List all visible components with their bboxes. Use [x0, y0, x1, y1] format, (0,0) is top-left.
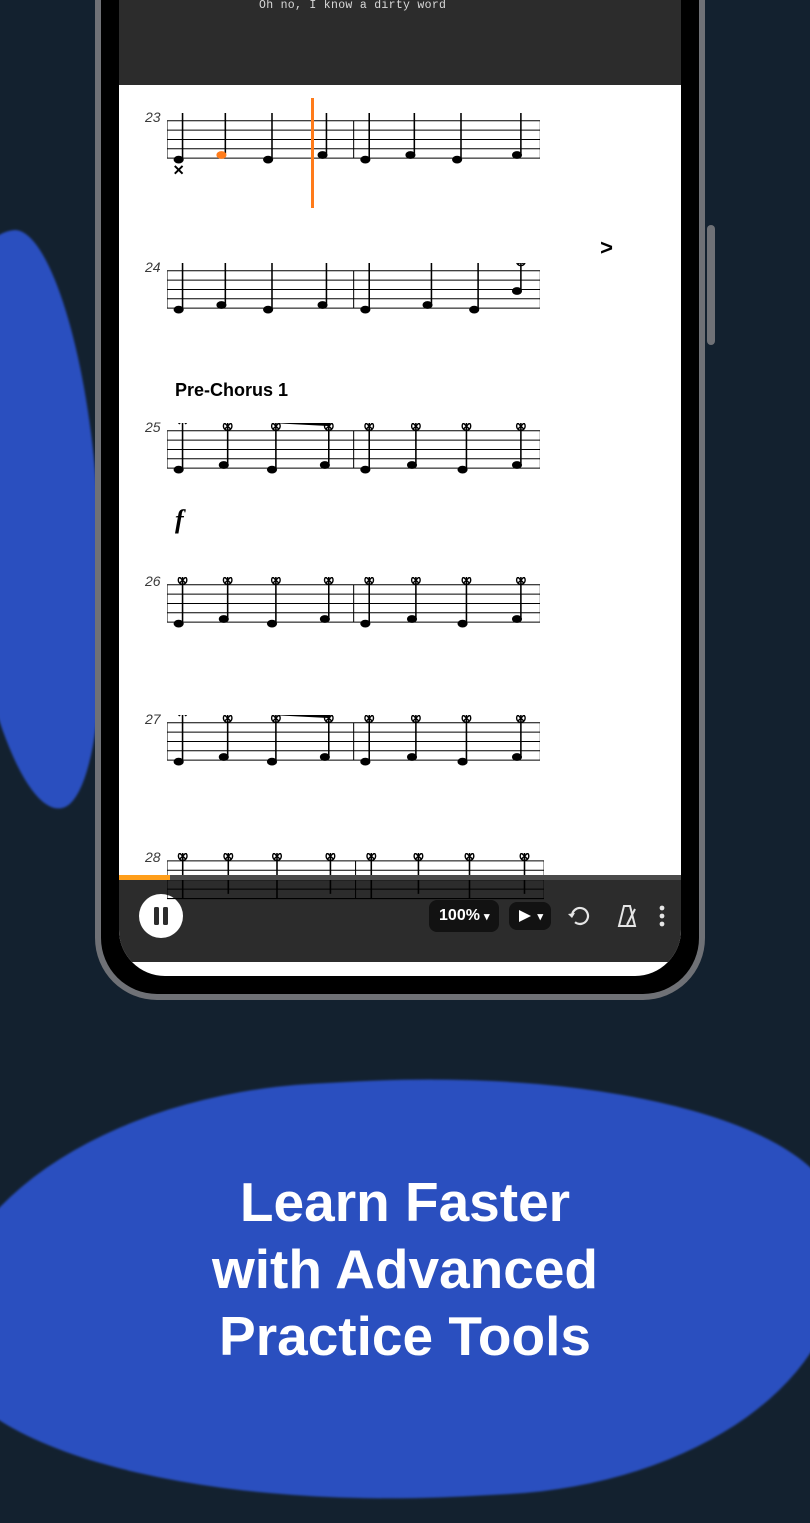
- staff-23: [167, 113, 540, 183]
- playhead[interactable]: [311, 98, 314, 208]
- section-label: Pre-Chorus 1: [175, 380, 288, 401]
- more-button[interactable]: [655, 905, 667, 927]
- measure-26: 26: [145, 559, 655, 659]
- measure-27: 27: [145, 697, 655, 797]
- promo-headline: Learn Faster with Advanced Practice Tool…: [0, 1169, 810, 1370]
- progress-track[interactable]: [119, 875, 681, 880]
- staff-24: [167, 263, 540, 333]
- phone-mockup: It's fun to lose and to pretend She's ov…: [95, 0, 705, 1000]
- measure-23: 23: [145, 95, 655, 195]
- measure-25: Pre-Chorus 1 25 f: [145, 405, 655, 505]
- measure-number: 24: [145, 259, 161, 275]
- measure-number: 28: [145, 849, 161, 865]
- phone-frame: It's fun to lose and to pretend She's ov…: [95, 0, 705, 1000]
- accent-mark: >: [600, 235, 613, 261]
- progress-fill: [119, 875, 170, 880]
- staff-26: [167, 577, 540, 647]
- measure-number: 26: [145, 573, 161, 589]
- measure-number: 25: [145, 419, 161, 435]
- sheet-music[interactable]: 23: [119, 85, 681, 875]
- staff-25: [167, 423, 540, 493]
- measure-24: 24 >: [145, 245, 655, 345]
- headline-line: Practice Tools: [0, 1303, 810, 1370]
- headline-line: Learn Faster: [0, 1169, 810, 1236]
- dynamic-marking: f: [175, 505, 184, 535]
- more-vert-icon: [659, 905, 665, 927]
- lyrics-panel: It's fun to lose and to pretend She's ov…: [119, 0, 681, 85]
- measure-number: 27: [145, 711, 161, 727]
- measure-28: 28: [145, 835, 655, 935]
- headline-line: with Advanced: [0, 1236, 810, 1303]
- measure-number: 23: [145, 109, 161, 125]
- staff-27: [167, 715, 540, 785]
- phone-side-button: [707, 225, 715, 345]
- staff-28: [167, 853, 544, 908]
- app-screen: It's fun to lose and to pretend She's ov…: [119, 0, 681, 976]
- lyric-line: Oh no, I know a dirty word: [259, 0, 681, 13]
